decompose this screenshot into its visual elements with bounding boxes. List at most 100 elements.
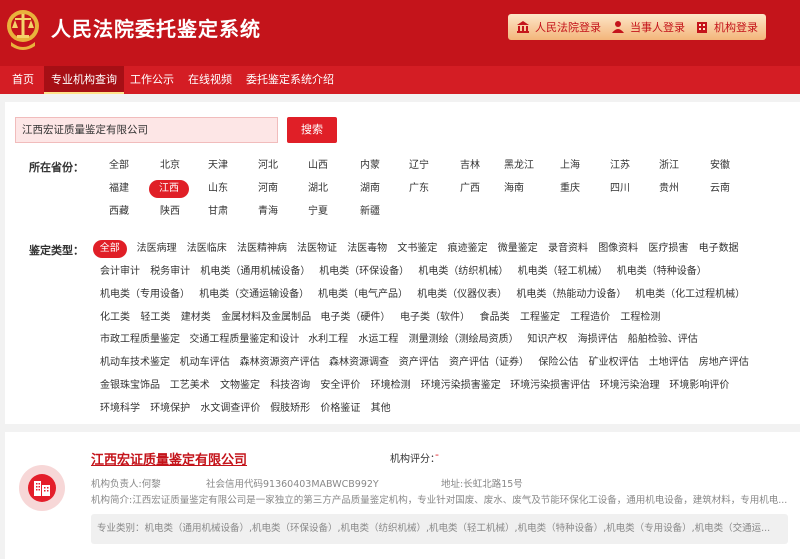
category-option[interactable]: 税务审计 bbox=[150, 263, 190, 281]
category-option[interactable]: 交通工程质量鉴定和设计 bbox=[189, 331, 299, 349]
category-option[interactable]: 机电类（交通运输设备） bbox=[199, 286, 309, 304]
province-option[interactable]: 河南 bbox=[258, 180, 278, 198]
province-option[interactable]: 海南 bbox=[504, 180, 524, 198]
province-option[interactable]: 浙江 bbox=[659, 157, 679, 175]
category-option[interactable]: 环境科学 bbox=[100, 400, 140, 418]
category-option[interactable]: 机电类（特种设备） bbox=[617, 263, 707, 281]
category-option[interactable]: 法医精神病 bbox=[237, 240, 287, 258]
province-option[interactable]: 广东 bbox=[409, 180, 429, 198]
category-option[interactable]: 假肢矫形 bbox=[270, 400, 310, 418]
category-option[interactable]: 机电类（仪器仪表） bbox=[417, 286, 507, 304]
province-option[interactable]: 内蒙 bbox=[360, 157, 380, 175]
category-option[interactable]: 金银珠宝饰品 bbox=[100, 377, 160, 395]
category-option[interactable]: 法医病理 bbox=[137, 240, 177, 258]
province-option[interactable]: 新疆 bbox=[360, 203, 380, 221]
province-option[interactable]: 江西 bbox=[149, 180, 189, 198]
category-option[interactable]: 建材类 bbox=[181, 309, 211, 327]
province-option[interactable]: 山西 bbox=[308, 157, 328, 175]
category-option[interactable]: 化工类 bbox=[100, 309, 130, 327]
category-option[interactable]: 机电类（轻工机械） bbox=[518, 263, 608, 281]
category-option[interactable]: 全部 bbox=[93, 240, 127, 258]
institution-login-button[interactable]: 机构登录 bbox=[687, 14, 766, 40]
province-option[interactable]: 甘肃 bbox=[208, 203, 228, 221]
category-option[interactable]: 电子数据 bbox=[699, 240, 739, 258]
category-option[interactable]: 房地产评估 bbox=[699, 354, 749, 372]
category-option[interactable]: 医疗损害 bbox=[648, 240, 688, 258]
category-option[interactable]: 机电类（纺织机械） bbox=[418, 263, 508, 281]
province-option[interactable]: 重庆 bbox=[560, 180, 580, 198]
category-option[interactable]: 环境保护 bbox=[150, 400, 190, 418]
category-option[interactable]: 环境污染治理 bbox=[600, 377, 660, 395]
result-card[interactable]: 江西宏证质量鉴定有限公司 机构评分： - 机构负责人:何黎 社会信用代码9136… bbox=[5, 432, 800, 559]
province-option[interactable]: 西藏 bbox=[109, 203, 129, 221]
nav-online-video[interactable]: 在线视频 bbox=[188, 66, 232, 94]
search-input[interactable]: 江西宏证质量鉴定有限公司 bbox=[15, 117, 278, 143]
province-option[interactable]: 河北 bbox=[258, 157, 278, 175]
province-option[interactable]: 安徽 bbox=[710, 157, 730, 175]
category-option[interactable]: 水运工程 bbox=[358, 331, 398, 349]
category-option[interactable]: 食品类 bbox=[480, 309, 510, 327]
province-option[interactable]: 山东 bbox=[208, 180, 228, 198]
province-option[interactable]: 贵州 bbox=[659, 180, 679, 198]
nav-institution-search[interactable]: 专业机构查询 bbox=[44, 66, 124, 94]
category-option[interactable]: 土地评估 bbox=[649, 354, 689, 372]
province-option[interactable]: 青海 bbox=[258, 203, 278, 221]
category-option[interactable]: 机电类（专用设备） bbox=[100, 286, 190, 304]
category-option[interactable]: 资产评估（证券） bbox=[449, 354, 529, 372]
nav-system-intro[interactable]: 委托鉴定系统介绍 bbox=[246, 66, 334, 94]
category-option[interactable]: 环境影响评价 bbox=[669, 377, 729, 395]
category-option[interactable]: 矿业权评估 bbox=[589, 354, 639, 372]
category-option[interactable]: 机电类（电气产品） bbox=[318, 286, 408, 304]
province-option[interactable]: 天津 bbox=[208, 157, 228, 175]
category-option[interactable]: 科技咨询 bbox=[270, 377, 310, 395]
category-option[interactable]: 测量测绘（测绘局资质） bbox=[409, 331, 519, 349]
search-button[interactable]: 搜索 bbox=[287, 117, 337, 143]
province-option[interactable]: 广西 bbox=[460, 180, 480, 198]
province-option[interactable]: 四川 bbox=[610, 180, 630, 198]
category-option[interactable]: 船舶检验、评估 bbox=[628, 331, 698, 349]
category-option[interactable]: 环境污染损害鉴定 bbox=[421, 377, 501, 395]
province-option[interactable]: 上海 bbox=[560, 157, 580, 175]
category-option[interactable]: 电子类（软件） bbox=[400, 309, 470, 327]
category-option[interactable]: 市政工程质量鉴定 bbox=[100, 331, 180, 349]
category-option[interactable]: 机电类（化工过程机械） bbox=[635, 286, 745, 304]
category-option[interactable]: 森林资源资产评估 bbox=[240, 354, 320, 372]
category-option[interactable]: 痕迹鉴定 bbox=[448, 240, 488, 258]
category-option[interactable]: 机电类（通用机械设备） bbox=[200, 263, 310, 281]
category-option[interactable]: 工艺美术 bbox=[170, 377, 210, 395]
category-option[interactable]: 金属材料及金属制品 bbox=[221, 309, 311, 327]
province-option[interactable]: 云南 bbox=[710, 180, 730, 198]
province-option[interactable]: 湖北 bbox=[308, 180, 328, 198]
category-option[interactable]: 森林资源调查 bbox=[329, 354, 389, 372]
category-option[interactable]: 法医临床 bbox=[187, 240, 227, 258]
institution-name-link[interactable]: 江西宏证质量鉴定有限公司 bbox=[91, 449, 247, 468]
category-option[interactable]: 知识产权 bbox=[527, 331, 567, 349]
province-option[interactable]: 北京 bbox=[160, 157, 180, 175]
category-option[interactable]: 机电类（环保设备） bbox=[319, 263, 409, 281]
category-option[interactable]: 文物鉴定 bbox=[220, 377, 260, 395]
category-option[interactable]: 录音资料 bbox=[548, 240, 588, 258]
province-option[interactable]: 陕西 bbox=[160, 203, 180, 221]
category-option[interactable]: 水利工程 bbox=[308, 331, 348, 349]
category-option[interactable]: 安全评价 bbox=[320, 377, 360, 395]
province-option[interactable]: 全部 bbox=[109, 157, 129, 175]
category-option[interactable]: 会计审计 bbox=[100, 263, 140, 281]
court-login-button[interactable]: 人民法院登录 bbox=[508, 14, 609, 40]
category-option[interactable]: 电子类（硬件） bbox=[320, 309, 390, 327]
province-option[interactable]: 福建 bbox=[109, 180, 129, 198]
category-option[interactable]: 法医物证 bbox=[297, 240, 337, 258]
category-option[interactable]: 机电类（热能动力设备） bbox=[516, 286, 626, 304]
category-option[interactable]: 文书鉴定 bbox=[397, 240, 437, 258]
category-option[interactable]: 保险公估 bbox=[538, 354, 578, 372]
province-option[interactable]: 辽宁 bbox=[409, 157, 429, 175]
party-login-button[interactable]: 当事人登录 bbox=[603, 14, 693, 40]
province-option[interactable]: 黑龙江 bbox=[504, 157, 534, 175]
province-option[interactable]: 吉林 bbox=[460, 157, 480, 175]
province-option[interactable]: 湖南 bbox=[360, 180, 380, 198]
category-option[interactable]: 工程检测 bbox=[620, 309, 660, 327]
province-option[interactable]: 江苏 bbox=[610, 157, 630, 175]
nav-work-notice[interactable]: 工作公示 bbox=[130, 66, 174, 94]
category-option[interactable]: 机动车评估 bbox=[180, 354, 230, 372]
category-option[interactable]: 价格鉴证 bbox=[320, 400, 360, 418]
category-option[interactable]: 图像资料 bbox=[598, 240, 638, 258]
